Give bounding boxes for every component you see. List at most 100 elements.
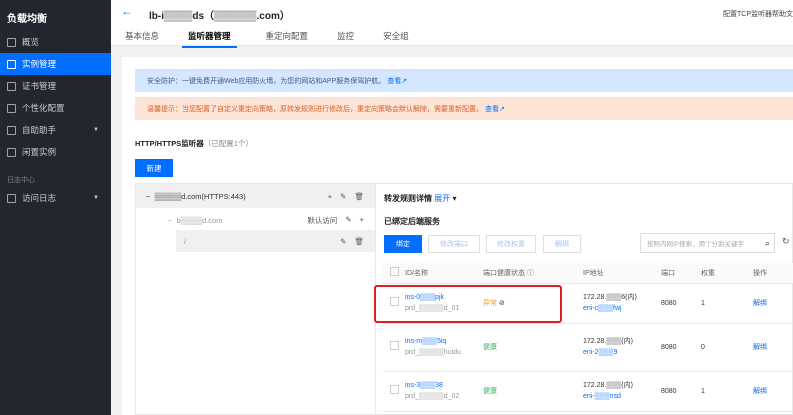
sidebar-item-access-logs[interactable]: 访问日志 ▼ bbox=[0, 187, 111, 209]
search-placeholder: 按照内网IP搜索，用"|"分割关键字 bbox=[647, 241, 744, 248]
tree-path-row[interactable]: / ✎ 🗑 bbox=[176, 230, 376, 252]
security-view-link[interactable]: 查看 bbox=[387, 76, 401, 86]
ip-address: 172.28.▒▒▒(内) bbox=[583, 338, 633, 345]
col-id-name: ID/名称 bbox=[405, 263, 483, 284]
back-arrow-icon[interactable]: ← bbox=[121, 4, 133, 18]
notice-text: 安全防护：一键免费开通Web应用防火墙，为您的网站和APP服务保驾护航。 bbox=[147, 77, 386, 85]
highlight-box bbox=[374, 285, 562, 323]
rule-detail-title: 转发规则详情 展开 ▾ bbox=[384, 193, 456, 204]
search-input[interactable]: 按照内网IP搜索，用"|"分割关键字 ⌕ bbox=[640, 233, 775, 253]
edit-icon[interactable]: ✎ bbox=[340, 192, 346, 201]
header: ← lb-i▒▒▒▒ds（▒▒▒▒▒▒.com） 配置TCP监听器帮助文 基本信… bbox=[111, 0, 793, 48]
sidebar-item-self-help[interactable]: 自助助手 ▼ bbox=[0, 119, 111, 141]
listeners-title: HTTP/HTTPS监听器 bbox=[135, 139, 204, 148]
info-icon[interactable]: ⓘ bbox=[527, 270, 534, 277]
tip-view-link[interactable]: 查看 bbox=[485, 104, 499, 114]
unbind-link[interactable]: 解绑 bbox=[753, 371, 793, 412]
security-notice: 安全防护：一键免费开通Web应用防火墙，为您的网站和APP服务保驾护航。 查看 ↗ bbox=[135, 69, 793, 92]
refresh-icon[interactable]: ↻ bbox=[782, 236, 790, 247]
row-checkbox[interactable] bbox=[390, 340, 399, 350]
port: 8080 bbox=[661, 323, 701, 372]
col-action: 操作 bbox=[753, 263, 793, 284]
chevron-down-icon: ▼ bbox=[93, 127, 99, 133]
sidebar-item-idle-instances[interactable]: 闲置实例 bbox=[0, 141, 111, 163]
tab-monitoring[interactable]: 监控 bbox=[337, 30, 354, 48]
table-row: ins-3▒▒▒38 prd_▒▒▒▒▒d_02 健康 172.28.▒▒▒(内)… bbox=[383, 371, 793, 412]
delete-icon[interactable]: 🗑 bbox=[354, 192, 364, 201]
collapse-icon[interactable]: − bbox=[146, 192, 155, 201]
modify-weight-button[interactable]: 修改权重 bbox=[486, 235, 536, 253]
collapse-icon[interactable]: − bbox=[168, 216, 177, 225]
listener-label: ▒▒▒▒▒d.com(HTTPS:443) bbox=[154, 191, 246, 201]
instance-id-link[interactable]: ins-m▒▒▒5iq bbox=[405, 336, 483, 347]
tree-listener-row[interactable]: − ▒▒▒▒▒d.com(HTTPS:443) + ✎ 🗑 bbox=[136, 184, 376, 208]
sidebar-item-label: 自助助手 bbox=[22, 125, 57, 135]
add-icon[interactable]: + bbox=[360, 215, 364, 226]
weight: 1 bbox=[701, 283, 753, 324]
sidebar-group-label: 日志中心 bbox=[7, 177, 35, 184]
listener-tree: − ▒▒▒▒▒d.com(HTTPS:443) + ✎ 🗑 − b▒▒▒▒d.com… bbox=[135, 183, 376, 415]
sidebar-item-label: 访问日志 bbox=[22, 193, 57, 203]
section-title: HTTP/HTTPS监听器（已配置1个） bbox=[135, 138, 253, 149]
tab-listeners[interactable]: 监听器管理 bbox=[182, 30, 237, 48]
port: 8080 bbox=[661, 371, 701, 412]
sidebar-item-overview[interactable]: 概览 bbox=[0, 31, 111, 53]
edit-icon[interactable]: ✎ bbox=[345, 215, 351, 226]
content-card: 安全防护：一键免费开通Web应用防火墙，为您的网站和APP服务保驾护航。 查看 ↗ … bbox=[122, 57, 793, 415]
sidebar-title: 负载均衡 bbox=[7, 14, 47, 25]
tab-basic-info[interactable]: 基本信息 bbox=[125, 30, 159, 48]
add-icon[interactable]: + bbox=[328, 192, 332, 201]
col-ip: IP地址 bbox=[583, 263, 661, 284]
path-label: / bbox=[184, 236, 187, 246]
external-link-icon: ↗ bbox=[499, 105, 505, 113]
edit-icon[interactable]: ✎ bbox=[340, 237, 346, 246]
eni-link[interactable]: eni-c▒▒▒fwj bbox=[583, 303, 661, 314]
tree-domain-row[interactable]: − b▒▒▒▒d.com 默认访问 ✎ + bbox=[136, 210, 376, 230]
expand-link[interactable]: 展开 bbox=[434, 194, 450, 203]
instance-name: prd_▒▒▒▒▒huidu bbox=[405, 349, 461, 356]
delete-icon[interactable]: 🗑 bbox=[354, 237, 364, 246]
tabs: 基本信息 监听器管理 重定向配置 监控 安全组 bbox=[125, 30, 438, 48]
sidebar-item-certificates[interactable]: 证书管理 bbox=[0, 75, 111, 97]
sidebar: 负载均衡 概览 实例管理 证书管理 个性化配置 自助助手 ▼ 闲置实例 日志中心 … bbox=[0, 0, 111, 415]
select-all-checkbox[interactable] bbox=[390, 267, 399, 277]
unbind-link[interactable]: 解绑 bbox=[753, 283, 793, 324]
col-health: 端口健康状态 ⓘ bbox=[483, 263, 583, 284]
new-listener-button[interactable]: 新建 bbox=[135, 159, 173, 177]
eni-link[interactable]: eni-2▒▒▒9 bbox=[583, 347, 661, 358]
caret-down-icon: ▾ bbox=[452, 194, 457, 203]
sidebar-item-label: 实例管理 bbox=[22, 59, 57, 69]
sidebar-item-label: 证书管理 bbox=[22, 81, 57, 91]
health-status: 健康 bbox=[483, 343, 497, 351]
calendar-icon bbox=[7, 193, 16, 203]
page-title: lb-i▒▒▒▒ds（▒▒▒▒▒▒.com） bbox=[149, 11, 290, 22]
sidebar-item-custom-config[interactable]: 个性化配置 bbox=[0, 97, 111, 119]
unbind-button[interactable]: 解绑 bbox=[543, 235, 581, 253]
row-checkbox[interactable] bbox=[390, 384, 399, 394]
weight: 1 bbox=[701, 371, 753, 412]
tab-redirect[interactable]: 重定向配置 bbox=[266, 30, 309, 48]
sidebar-item-instances[interactable]: 实例管理 bbox=[0, 53, 111, 75]
modify-port-button[interactable]: 修改端口 bbox=[428, 235, 480, 253]
rule-detail-label: 转发规则详情 bbox=[384, 194, 432, 203]
ip-address: 172.28.▒▒▒(内) bbox=[583, 382, 633, 389]
certificate-icon bbox=[7, 81, 16, 91]
helper-icon bbox=[7, 125, 16, 135]
sliders-icon bbox=[7, 103, 16, 113]
port: 8080 bbox=[661, 283, 701, 324]
unbind-link[interactable]: 解绑 bbox=[753, 323, 793, 372]
health-status: 健康 bbox=[483, 387, 497, 395]
help-link[interactable]: 配置TCP监听器帮助文 bbox=[723, 9, 793, 19]
bind-button[interactable]: 绑定 bbox=[384, 235, 422, 253]
eni-link[interactable]: eni-▒▒▒nsd bbox=[583, 391, 661, 402]
tab-security-group[interactable]: 安全组 bbox=[383, 30, 409, 48]
instance-name: prd_▒▒▒▒▒d_02 bbox=[405, 393, 460, 400]
chevron-down-icon: ▼ bbox=[93, 195, 99, 201]
col-weight: 权重 bbox=[701, 263, 753, 284]
weight: 0 bbox=[701, 323, 753, 372]
instance-id-link[interactable]: ins-3▒▒▒38 bbox=[405, 380, 483, 391]
search-icon[interactable]: ⌕ bbox=[765, 238, 770, 249]
ip-address: 172.28.▒▒▒6(内) bbox=[583, 294, 637, 301]
grid-icon bbox=[7, 37, 16, 47]
listeners-count: （已配置1个） bbox=[203, 139, 253, 148]
